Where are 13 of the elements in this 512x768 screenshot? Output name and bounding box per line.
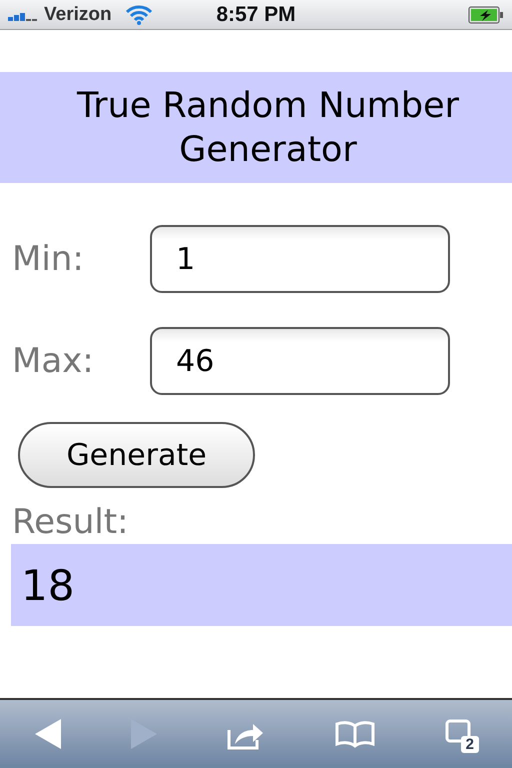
field-label: Max: [12,341,95,381]
clock-time: 8:57 PM [216,2,296,26]
generate-button[interactable]: Generate [18,422,255,488]
bookmarks-button[interactable] [335,720,375,748]
result-value: 18 [11,544,512,626]
number-field[interactable]: 1 [150,225,450,293]
wifi-icon [126,4,152,24]
result-label: Result: [12,502,129,542]
field-label: Min: [12,239,85,279]
number-field[interactable]: 46 [150,327,450,395]
back-button[interactable] [35,719,61,749]
carrier-name: Verizon [44,4,112,26]
page-title: True Random Number Generator [0,72,512,183]
